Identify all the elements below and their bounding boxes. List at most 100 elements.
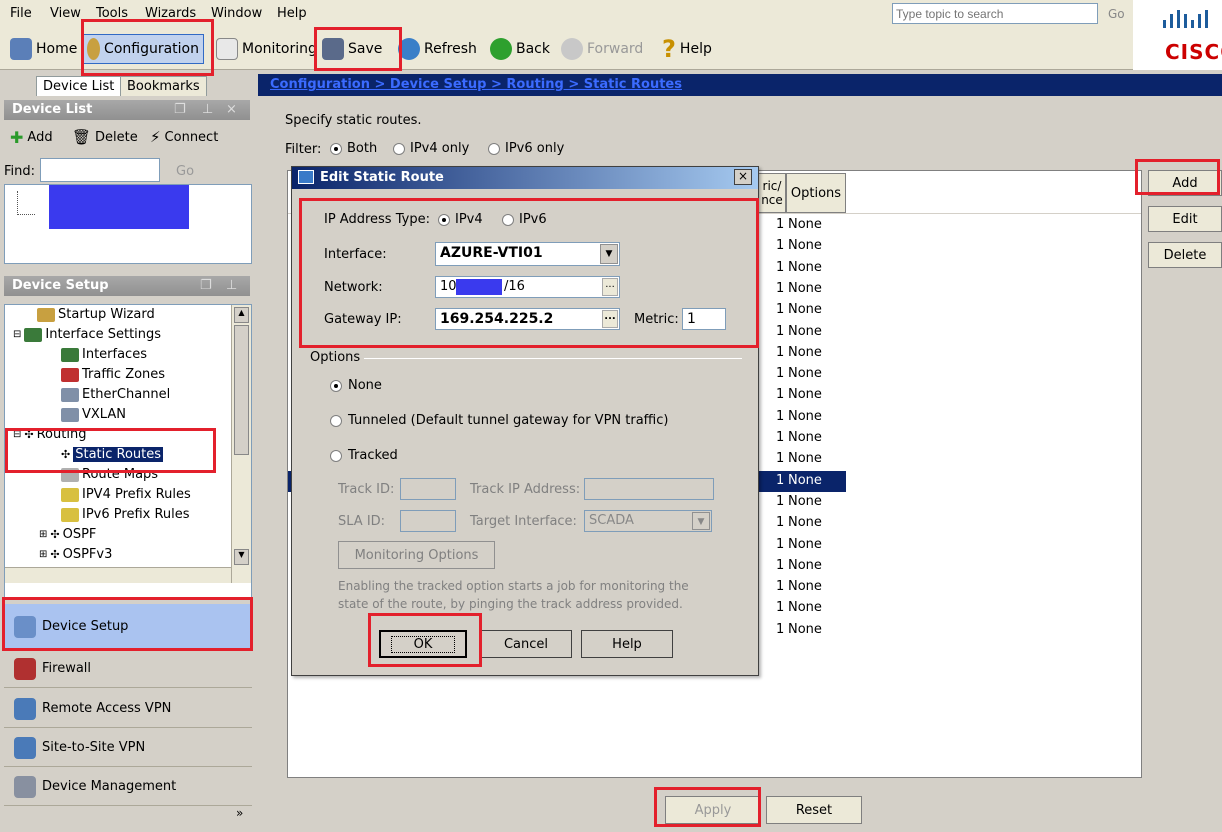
table-row[interactable]: 1 None [758,236,846,257]
track-id-input[interactable] [400,478,456,500]
target-interface-select[interactable]: SCADA ▼ [584,510,712,532]
apply-button[interactable]: Apply [665,796,761,824]
tree-startup-wizard[interactable]: Startup Wizard [37,307,155,322]
table-row[interactable]: 1 None [758,385,846,406]
menu-help[interactable]: Help [277,6,307,21]
interface-select[interactable]: AZURE-VTI01 ▼ [435,242,620,266]
tree-traffic-zones[interactable]: Traffic Zones [61,367,165,382]
table-row[interactable]: 1 None [758,364,846,385]
filter-ipv6[interactable]: IPv6 only [488,141,564,156]
menu-file[interactable]: File [10,6,32,21]
more-chevron-icon[interactable]: » [236,806,243,820]
scroll-thumb[interactable] [234,325,249,455]
dialog-close-button[interactable]: × [734,169,752,185]
nav-device-management[interactable]: Device Management [4,768,252,806]
save-button[interactable]: Save [318,34,386,64]
nav-firewall[interactable]: Firewall [4,650,252,688]
option-tunneled[interactable]: Tunneled (Default tunnel gateway for VPN… [330,413,668,428]
ip-type-ipv4[interactable]: IPv4 [438,212,483,227]
scroll-up-icon[interactable]: ▲ [234,307,249,323]
menu-window[interactable]: Window [211,6,262,21]
back-button[interactable]: Back [486,34,554,64]
find-go-button[interactable]: Go [176,164,194,179]
menu-tools[interactable]: Tools [96,6,128,21]
tree-hscrollbar[interactable] [5,567,231,583]
ok-button[interactable]: OK [379,630,467,658]
table-row[interactable]: 1 None [758,428,846,449]
tree-vxlan[interactable]: VXLAN [61,407,126,422]
ip-type-ipv6[interactable]: IPv6 [502,212,547,227]
table-row[interactable]: 1 None [758,279,846,300]
monitoring-button[interactable]: Monitoring [212,34,321,64]
reset-button[interactable]: Reset [766,796,862,824]
refresh-button[interactable]: Refresh [394,34,481,64]
nav-remote-access-vpn[interactable]: Remote Access VPN [4,690,252,728]
filter-both[interactable]: Both [330,141,377,156]
tree-ipv4-prefix-rules[interactable]: IPV4 Prefix Rules [61,487,191,502]
tree-ospf[interactable]: ⊞ ✣ OSPF [39,527,96,542]
device-connect-button[interactable]: ⚡ Connect [150,128,218,146]
redacted-device[interactable] [49,185,189,229]
device-delete-button[interactable]: 🗑 Delete [72,128,138,146]
browse-icon[interactable]: ... [602,310,618,328]
table-row[interactable]: 1 None [758,492,846,513]
tab-device-list[interactable]: Device List [36,76,122,96]
menu-wizards[interactable]: Wizards [145,6,196,21]
restore-icon[interactable]: ❐ [174,102,186,117]
table-row[interactable]: 1 None [758,598,846,619]
network-input[interactable]: 10/16 ... [435,276,620,298]
track-ip-input[interactable] [584,478,714,500]
configuration-button[interactable]: Configuration [82,34,204,64]
search-go-button[interactable]: Go [1108,7,1125,21]
dialog-help-button[interactable]: Help [581,630,673,658]
tree-scrollbar[interactable]: ▲ ▼ [231,305,251,583]
filter-ipv4[interactable]: IPv4 only [393,141,469,156]
tree-ospfv3[interactable]: ⊞ ✣ OSPFv3 [39,547,112,562]
help-button[interactable]: ? Help [658,34,716,64]
table-row[interactable]: 1 None [758,449,846,470]
option-tracked[interactable]: Tracked [330,448,398,463]
tree-static-routes[interactable]: ✣ Static Routes [61,447,164,462]
tree-routing[interactable]: ⊟ ✣ Routing [13,427,86,442]
table-row[interactable]: 1 None [758,322,846,343]
tree-route-maps[interactable]: Route Maps [61,467,158,482]
scroll-down-icon[interactable]: ▼ [234,549,249,565]
home-button[interactable]: Home [6,34,81,64]
tree-interface-settings[interactable]: ⊟ Interface Settings [13,327,161,342]
breadcrumb[interactable]: Configuration > Device Setup > Routing >… [270,77,682,92]
pin-icon[interactable]: ⊥ [226,278,237,293]
table-row[interactable]: 1 None [758,513,846,534]
cancel-button[interactable]: Cancel [480,630,572,658]
table-row[interactable]: 1 None [758,300,846,321]
table-row[interactable]: 1 None [758,343,846,364]
tree-interfaces[interactable]: Interfaces [61,347,147,362]
sla-id-input[interactable] [400,510,456,532]
close-icon[interactable]: × [226,102,237,117]
tab-bookmarks[interactable]: Bookmarks [120,76,207,96]
tree-etherchannel[interactable]: EtherChannel [61,387,170,402]
menu-view[interactable]: View [50,6,81,21]
monitoring-options-button[interactable]: Monitoring Options [338,541,495,569]
restore-icon[interactable]: ❐ [200,278,212,293]
browse-icon[interactable]: ... [602,278,618,296]
column-metric[interactable]: ric/ nce [758,173,786,213]
tree-ipv6-prefix-rules[interactable]: IPv6 Prefix Rules [61,507,190,522]
delete-route-button[interactable]: Delete [1148,242,1222,268]
table-row[interactable]: 1 None [758,258,846,279]
find-input[interactable] [40,158,160,182]
option-none[interactable]: None [330,378,382,393]
device-add-button[interactable]: ✚ Add [10,128,53,147]
table-row[interactable]: 1 None [758,535,846,556]
forward-button[interactable]: Forward [557,34,647,64]
table-row[interactable]: 1 None [758,620,846,641]
gateway-input[interactable]: 169.254.225.2 ... [435,308,620,330]
help-search-input[interactable] [892,3,1098,24]
table-row[interactable]: 1 None [758,577,846,598]
column-options[interactable]: Options [786,173,846,213]
add-route-button[interactable]: Add [1148,170,1222,196]
table-row[interactable]: 1 None [758,407,846,428]
table-row[interactable]: 1 None [758,556,846,577]
pin-icon[interactable]: ⊥ [202,102,213,117]
nav-device-setup[interactable]: Device Setup [4,604,252,650]
metric-input[interactable]: 1 [682,308,726,330]
